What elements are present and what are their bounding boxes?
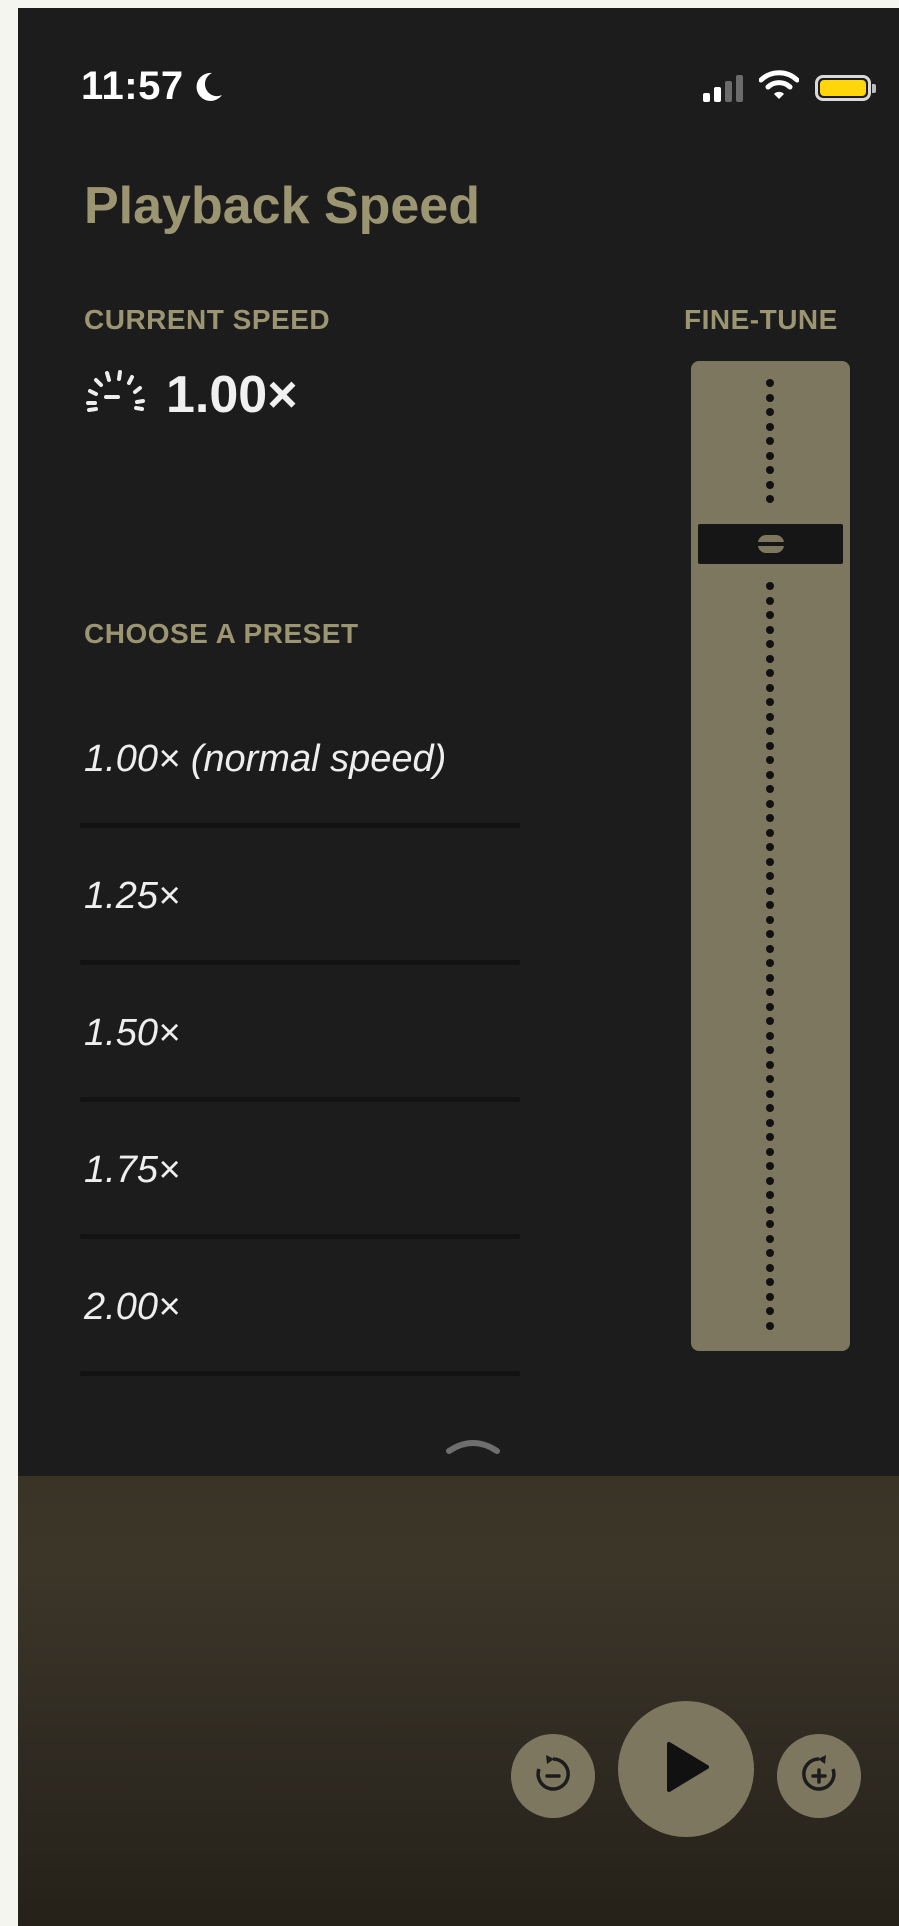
slider-tick-dot [766, 915, 774, 924]
slider-tick-dot [766, 1263, 774, 1272]
fine-tune-slider[interactable] [691, 361, 850, 1351]
play-button[interactable] [618, 1701, 754, 1837]
slider-tick-dot [766, 1191, 774, 1199]
preset-item-1-25[interactable]: 1.25× [80, 828, 520, 965]
skip-back-icon [530, 1751, 576, 1802]
slider-tick-dot [766, 872, 774, 880]
preset-item-1-00[interactable]: 1.00× (normal speed) [80, 691, 520, 828]
page-title: Playback Speed [84, 177, 480, 235]
slider-tick-dot [766, 886, 774, 895]
skip-forward-icon [796, 1751, 842, 1802]
slider-tick-dot [766, 437, 774, 445]
speedometer-icon [82, 363, 148, 426]
slider-tick-dot [766, 466, 774, 474]
preset-item-1-50[interactable]: 1.50× [80, 965, 520, 1102]
cellular-signal-icon [703, 74, 743, 102]
slider-tick-dot [766, 1060, 774, 1069]
slider-tick-dot [766, 843, 774, 851]
slider-tick-dot [766, 669, 774, 677]
slider-tick-dot [766, 712, 774, 721]
slider-tick-dot [766, 1147, 774, 1156]
slider-tick-dot [766, 901, 774, 909]
slider-tick-dot [766, 654, 774, 663]
slider-tick-dot [766, 683, 774, 692]
slider-tick-dot [766, 698, 774, 706]
slider-tick-dot [766, 727, 774, 735]
skip-back-button[interactable] [511, 1734, 595, 1818]
slider-tick-dot [766, 1118, 774, 1127]
status-time: 11:57 [81, 64, 184, 108]
slider-tick-dot [766, 1017, 774, 1025]
slider-tick-dot [766, 1234, 774, 1243]
slider-tick-dot [766, 770, 774, 779]
fine-tune-label: FINE-TUNE [684, 304, 838, 335]
choose-preset-label: CHOOSE A PRESET [84, 618, 359, 649]
slider-tick-dot [766, 1089, 774, 1098]
status-time-group: 11:57 [81, 64, 226, 109]
slider-tick-dot [766, 495, 774, 503]
skip-forward-button[interactable] [777, 1734, 861, 1818]
status-icons [703, 70, 876, 105]
slider-tick-dot [766, 756, 774, 764]
slider-tick-dot [766, 959, 774, 967]
wifi-icon [758, 70, 800, 105]
slider-tick-dot [766, 814, 774, 822]
slider-tick-dot [766, 422, 774, 431]
slider-tick-dot [766, 1031, 774, 1040]
slider-tick-dot [766, 1162, 774, 1170]
slider-tick-dot [766, 393, 774, 402]
slider-tick-dot [766, 1205, 774, 1214]
slider-tick-dot [766, 1075, 774, 1083]
slider-tick-dot [766, 640, 774, 648]
slider-tick-dot [766, 1220, 774, 1228]
slider-tick-dot [766, 1176, 774, 1185]
preset-item-2-00[interactable]: 2.00× [80, 1239, 520, 1376]
current-speed-label: CURRENT SPEED [84, 304, 331, 335]
slider-tick-dot [766, 625, 774, 634]
moon-icon [190, 69, 226, 105]
slider-tick-dot [766, 857, 774, 866]
playback-speed-screen: 11:57 Playback Speed CURRENT SPEED 1.00×… [18, 8, 899, 1926]
slider-tick-dot [766, 596, 774, 605]
slider-tick-dot [766, 1104, 774, 1112]
slider-tick-dot [766, 1249, 774, 1257]
mini-player [18, 1476, 899, 1926]
slider-tick-dot [766, 1278, 774, 1286]
preset-item-1-75[interactable]: 1.75× [80, 1102, 520, 1239]
slider-tick-dot [766, 988, 774, 996]
current-speed-display: 1.00× [82, 363, 298, 426]
slider-tick-dot [766, 1133, 774, 1141]
slider-tick-dot [766, 611, 774, 619]
current-speed-value: 1.00× [166, 365, 298, 424]
slider-tick-dot [766, 741, 774, 750]
slider-tick-dot [766, 1002, 774, 1011]
slider-tick-dot [766, 944, 774, 953]
slider-tick-dot [766, 973, 774, 982]
slider-tick-dot [766, 1046, 774, 1054]
slider-tick-dot [766, 379, 774, 387]
slider-tick-dot [766, 1307, 774, 1315]
battery-icon [815, 74, 876, 101]
fine-tune-slider-thumb[interactable] [698, 523, 843, 564]
preset-list: 1.00× (normal speed) 1.25× 1.50× 1.75× 2… [80, 691, 520, 1376]
slider-tick-dot [766, 1321, 774, 1330]
slider-tick-dot [766, 799, 774, 808]
slider-tick-dot [766, 480, 774, 489]
grip-icon [757, 534, 784, 553]
slider-tick-dot [766, 451, 774, 460]
slider-tick-dot [766, 930, 774, 938]
slider-tick-dot [766, 1292, 774, 1301]
chevron-up-icon[interactable] [443, 1433, 503, 1462]
slider-tick-dot [766, 785, 774, 793]
slider-tick-dot [766, 408, 774, 416]
slider-tick-dot [766, 828, 774, 837]
slider-tick-dot [766, 582, 774, 590]
play-icon [661, 1740, 711, 1799]
